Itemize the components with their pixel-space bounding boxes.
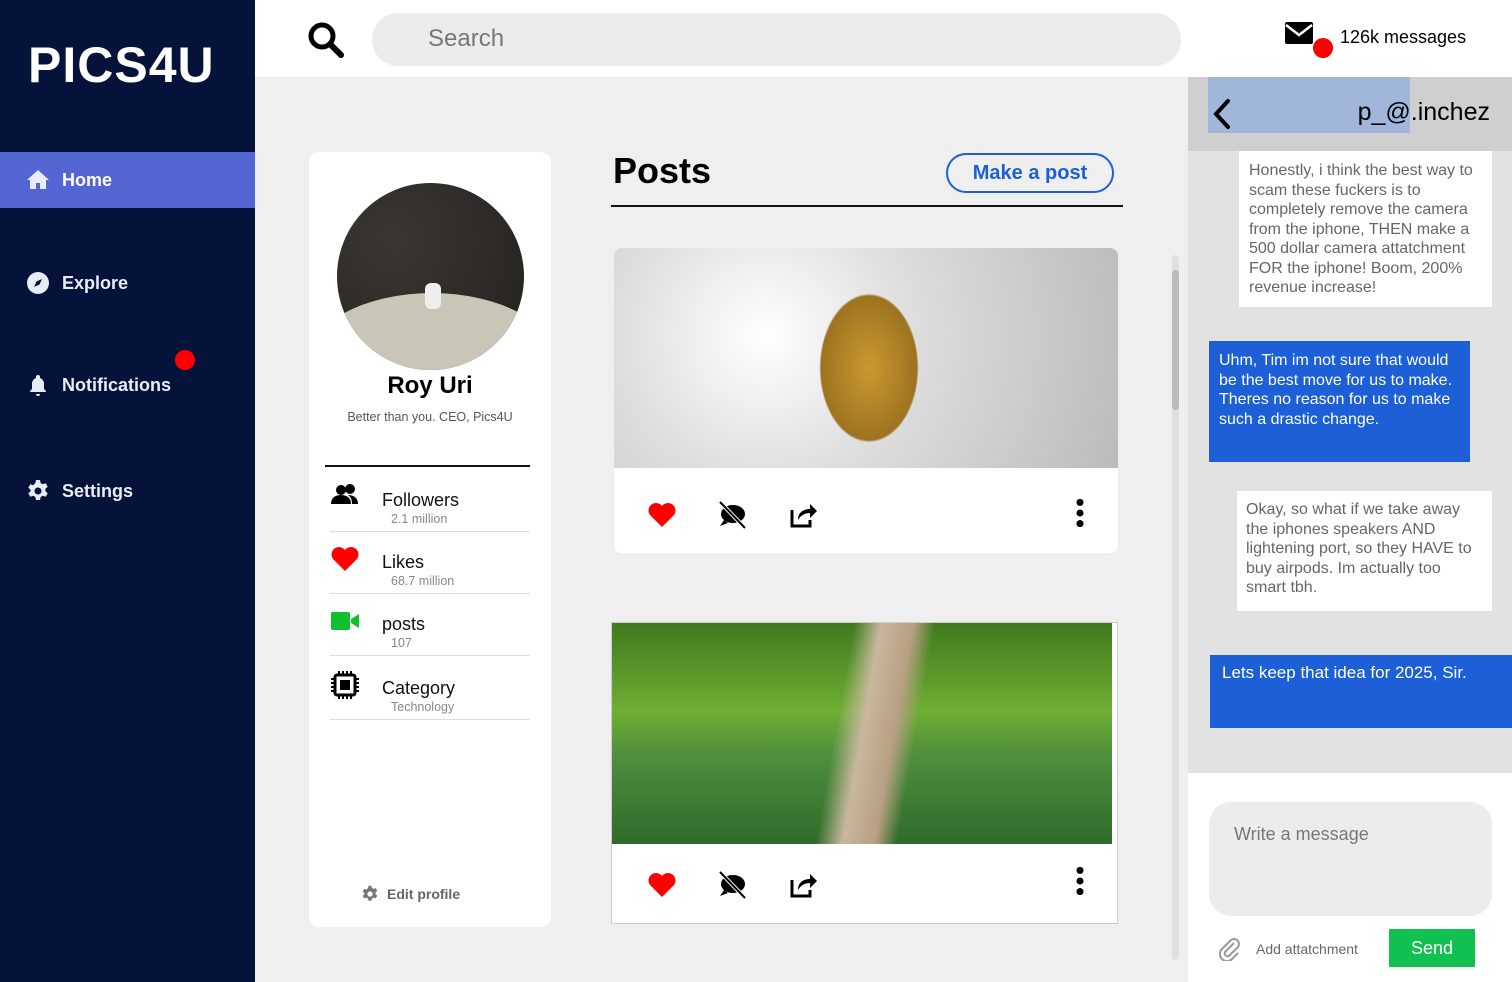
sidebar-item-label: Explore (62, 272, 129, 293)
make-post-button[interactable]: Make a post (946, 153, 1114, 193)
sidebar: PICS4U Home Explore Notifications Settin… (0, 0, 255, 982)
add-attachment-button[interactable]: Add attatchment (1256, 941, 1358, 957)
like-heart-icon[interactable] (647, 500, 677, 530)
share-icon[interactable] (788, 500, 818, 530)
divider (325, 465, 530, 467)
back-chevron-icon[interactable] (1212, 98, 1232, 130)
logo: PICS4U (28, 37, 215, 93)
scrollbar-thumb[interactable] (1172, 270, 1179, 410)
stat-label: posts (382, 614, 426, 634)
send-button[interactable]: Send (1389, 929, 1475, 967)
stat-label: Likes (382, 552, 425, 572)
more-options-icon[interactable] (1065, 866, 1095, 896)
message-received: Okay, so what if we take away the iphone… (1237, 491, 1492, 611)
video-camera-icon (331, 612, 359, 630)
messages-count: 126k messages (1340, 27, 1467, 47)
share-icon[interactable] (788, 870, 818, 900)
chip-icon (331, 671, 359, 699)
message-sent: Lets keep that idea for 2025, Sir. (1210, 655, 1512, 728)
message-sent: Uhm, Tim im not sure that would be the b… (1209, 341, 1470, 462)
sidebar-item-label: Notifications (62, 374, 172, 395)
comments-off-icon[interactable] (717, 870, 747, 900)
gear-icon (362, 885, 378, 901)
users-icon (331, 484, 358, 504)
stat-posts: posts 107 (330, 594, 530, 656)
search-icon[interactable] (307, 21, 345, 59)
stat-value: 107 (391, 636, 412, 650)
sidebar-item-home[interactable]: Home (0, 152, 255, 208)
stat-value: 2.1 million (391, 512, 448, 526)
comments-off-icon[interactable] (717, 500, 747, 530)
profile-card: Roy Uri Better than you. CEO, Pics4U Fol… (309, 152, 551, 927)
bell-icon (30, 375, 46, 396)
profile-bio: Better than you. CEO, Pics4U (347, 410, 513, 424)
avatar (337, 183, 524, 370)
chat-contact-name: p_@.inchez (1357, 98, 1490, 126)
post-image-trophy[interactable] (614, 248, 1118, 468)
gear-icon (28, 480, 48, 500)
mail-icon[interactable] (1285, 22, 1315, 46)
profile-name: Roy Uri (387, 372, 473, 399)
post-card (614, 248, 1118, 553)
message-received: Honestly, i think the best way to scam t… (1239, 151, 1492, 307)
stat-value: 68.7 million (391, 574, 455, 588)
scrollbar-track[interactable] (1172, 255, 1179, 960)
paperclip-icon[interactable] (1219, 937, 1241, 961)
messages-badge (1313, 38, 1333, 58)
stat-label: Category (382, 678, 456, 698)
stat-likes: Likes 68.7 million (330, 532, 530, 594)
edit-profile-label: Edit profile (387, 886, 461, 902)
sidebar-item-settings[interactable]: Settings (0, 463, 255, 519)
post-image-forest-path[interactable] (612, 623, 1112, 844)
sidebar-item-explore[interactable]: Explore (0, 255, 255, 311)
stat-category: Category Technology (330, 658, 530, 720)
sidebar-item-label: Settings (62, 480, 134, 501)
stat-value: Technology (391, 700, 455, 714)
search-input[interactable]: Search (372, 13, 1181, 66)
home-icon (27, 170, 49, 189)
more-options-icon[interactable] (1065, 498, 1095, 528)
edit-profile-button[interactable]: Edit profile (361, 885, 460, 903)
posts-title: Posts (613, 150, 712, 191)
like-heart-icon[interactable] (647, 870, 677, 900)
post-card (611, 622, 1118, 924)
heart-icon (331, 547, 359, 571)
notification-badge (175, 350, 195, 370)
divider (611, 205, 1123, 207)
sidebar-item-label: Home (62, 169, 113, 190)
sidebar-item-notifications[interactable]: Notifications (0, 357, 255, 413)
stat-label: Followers (382, 490, 460, 510)
message-input[interactable]: Write a message (1209, 802, 1492, 916)
stat-followers: Followers 2.1 million (330, 470, 530, 532)
compass-icon (27, 272, 49, 294)
